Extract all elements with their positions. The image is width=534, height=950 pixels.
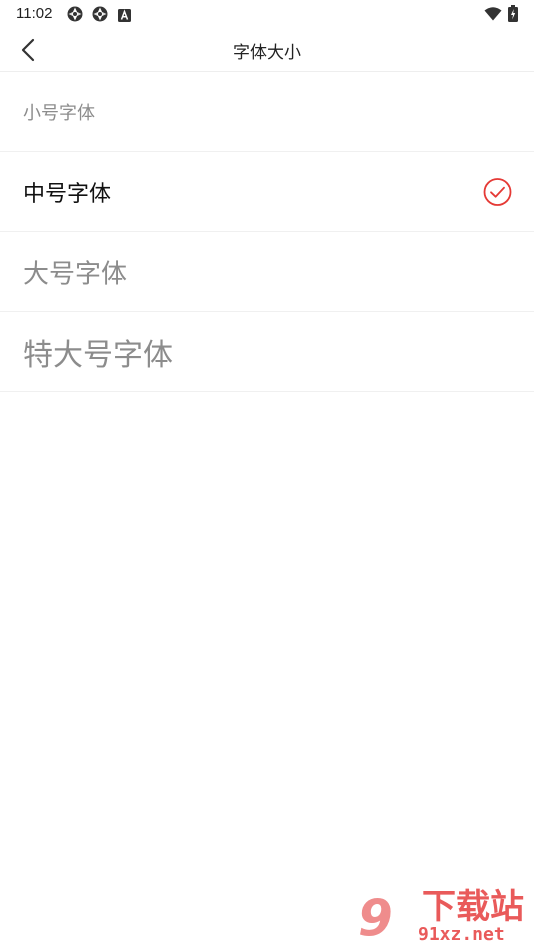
option-label: 特大号字体 — [23, 337, 173, 373]
status-time: 11:02 — [16, 5, 53, 22]
app-bar: 字体大小 — [0, 28, 534, 72]
watermark-logo: 9 下载站 91xz.net — [358, 888, 530, 948]
font-size-option-large[interactable]: 大号字体 — [0, 232, 534, 312]
watermark-number: 9 — [358, 889, 393, 947]
font-size-option-small[interactable]: 小号字体 — [0, 72, 534, 152]
aperture-icon — [67, 6, 83, 22]
watermark-url: 91xz.net — [418, 924, 505, 945]
aperture-icon — [92, 6, 108, 22]
font-size-options: 小号字体 中号字体 大号字体 特大号字体 — [0, 72, 534, 392]
font-size-option-xlarge[interactable]: 特大号字体 — [0, 312, 534, 392]
watermark-title: 下载站 — [422, 887, 524, 927]
page-title: 字体大小 — [233, 43, 301, 63]
wifi-icon — [484, 6, 502, 22]
circle-check-icon — [483, 177, 512, 206]
option-label: 大号字体 — [23, 259, 128, 289]
status-bar: 11:02 — [0, 0, 534, 28]
option-label: 中号字体 — [23, 181, 112, 207]
font-size-option-medium[interactable]: 中号字体 — [0, 152, 534, 232]
battery-charging-icon — [508, 5, 518, 22]
option-label: 小号字体 — [23, 102, 95, 124]
font-a-icon — [118, 7, 131, 22]
